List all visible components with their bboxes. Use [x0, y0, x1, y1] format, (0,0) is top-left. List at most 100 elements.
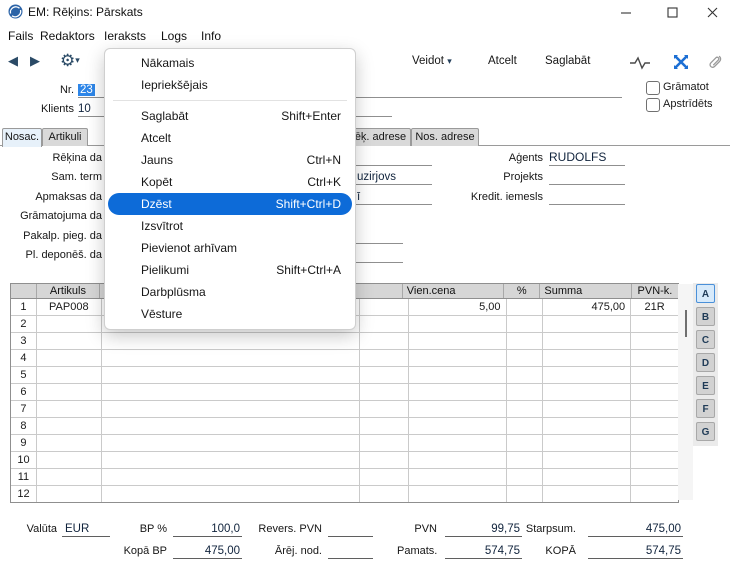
table-cell[interactable] [543, 401, 631, 417]
table-cell[interactable] [543, 384, 631, 400]
arej-nod-field[interactable] [328, 545, 373, 559]
table-cell[interactable] [360, 486, 409, 502]
save-button[interactable]: Saglabāt [545, 55, 590, 67]
table-row[interactable]: 3 [11, 333, 678, 350]
table-cell[interactable] [543, 333, 631, 349]
menu-item[interactable]: Pievienot arhīvam [108, 237, 352, 259]
table-cell[interactable] [507, 350, 544, 366]
table-cell[interactable] [360, 333, 409, 349]
pvn-field[interactable]: 99,75 [445, 523, 522, 537]
table-cell[interactable] [360, 316, 409, 332]
gramatot-checkbox[interactable] [646, 81, 660, 95]
menubar-item-ieraksts[interactable]: Ieraksts [100, 27, 150, 45]
col-header-summa[interactable]: Summa [540, 284, 631, 298]
col-header-artikuls[interactable]: Artikuls [37, 284, 101, 298]
menu-item[interactable]: Atcelt [108, 127, 352, 149]
projekts-field[interactable] [549, 171, 625, 185]
kopa-bp-field[interactable]: 475,00 [173, 545, 242, 559]
letter-tab-b[interactable]: B [696, 307, 715, 326]
table-cell[interactable] [102, 367, 360, 383]
table-row[interactable]: 7 [11, 401, 678, 418]
letter-tab-e[interactable]: E [696, 376, 715, 395]
table-cell[interactable] [543, 316, 631, 332]
letter-tab-a[interactable]: A [696, 284, 715, 303]
menu-item[interactable]: Iepriekšējais [108, 74, 352, 96]
menu-item[interactable]: Nākamais [108, 52, 352, 74]
table-cell[interactable] [507, 435, 544, 451]
col-header-hidden2[interactable] [355, 284, 403, 298]
table-cell[interactable] [507, 469, 544, 485]
cancel-button[interactable]: Atcelt [488, 55, 517, 67]
table-row[interactable]: 11 [11, 469, 678, 486]
letter-tab-d[interactable]: D [696, 353, 715, 372]
table-cell[interactable] [37, 316, 102, 332]
table-cell[interactable] [360, 384, 409, 400]
back-arrow-icon[interactable]: ◀ [8, 53, 18, 69]
menu-item[interactable]: Izsvītrot [108, 215, 352, 237]
bp-percent-field[interactable]: 100,0 [173, 523, 242, 537]
table-cell[interactable] [37, 401, 102, 417]
table-row[interactable]: 10 [11, 452, 678, 469]
table-cell[interactable] [360, 452, 409, 468]
table-row[interactable]: 9 [11, 435, 678, 452]
table-cell[interactable] [631, 333, 678, 349]
table-cell[interactable] [360, 435, 409, 451]
table-cell[interactable]: PAP008 [37, 299, 102, 315]
table-cell[interactable] [507, 401, 544, 417]
table-cell[interactable] [102, 469, 360, 485]
table-cell[interactable] [360, 350, 409, 366]
table-cell[interactable] [507, 299, 544, 315]
table-cell[interactable] [631, 418, 678, 434]
table-cell[interactable] [631, 486, 678, 502]
table-cell[interactable] [409, 350, 507, 366]
table-cell[interactable] [543, 469, 631, 485]
menu-item[interactable]: JaunsCtrl+N [108, 149, 352, 171]
table-cell[interactable] [409, 401, 507, 417]
revers-pvn-field[interactable] [328, 523, 373, 537]
col-header-viencena[interactable]: Vien.cena [403, 284, 504, 298]
paperclip-icon[interactable] [708, 53, 724, 73]
table-cell[interactable] [102, 401, 360, 417]
maximize-button[interactable] [652, 0, 692, 24]
forward-arrow-icon[interactable]: ▶ [30, 53, 40, 69]
table-cell[interactable] [37, 350, 102, 366]
pamats-field[interactable]: 574,75 [445, 545, 522, 559]
table-cell[interactable] [360, 469, 409, 485]
table-cell[interactable] [409, 435, 507, 451]
table-cell[interactable] [37, 452, 102, 468]
table-cell[interactable] [409, 367, 507, 383]
table-cell[interactable] [507, 367, 544, 383]
valuta-field[interactable]: EUR [62, 523, 110, 537]
table-row[interactable]: 6 [11, 384, 678, 401]
table-cell[interactable] [631, 350, 678, 366]
table-cell[interactable] [37, 418, 102, 434]
table-cell[interactable] [37, 435, 102, 451]
table-cell[interactable] [543, 367, 631, 383]
table-cell[interactable] [360, 401, 409, 417]
table-cell[interactable] [409, 452, 507, 468]
expand-arrows-icon[interactable] [673, 54, 689, 73]
table-cell[interactable] [102, 435, 360, 451]
close-button[interactable] [692, 0, 730, 24]
menu-item[interactable]: KopētCtrl+K [108, 171, 352, 193]
table-cell[interactable] [360, 367, 409, 383]
table-cell[interactable] [409, 316, 507, 332]
table-cell[interactable]: 5,00 [409, 299, 507, 315]
table-cell[interactable] [360, 418, 409, 434]
table-cell[interactable] [102, 333, 360, 349]
table-cell[interactable] [631, 367, 678, 383]
table-cell[interactable] [102, 384, 360, 400]
agents-field[interactable]: RUDOLFS [549, 150, 625, 166]
table-cell[interactable] [543, 486, 631, 502]
table-cell[interactable] [507, 486, 544, 502]
menu-item[interactable]: SaglabātShift+Enter [108, 105, 352, 127]
apstridets-checkbox[interactable] [646, 98, 660, 112]
table-cell[interactable] [543, 350, 631, 366]
table-row[interactable]: 5 [11, 367, 678, 384]
table-cell[interactable] [507, 333, 544, 349]
table-cell[interactable] [37, 469, 102, 485]
menu-item[interactable]: Darbplūsma [108, 281, 352, 303]
col-header-pvnk[interactable]: PVN-k. [632, 284, 678, 298]
table-cell[interactable] [543, 452, 631, 468]
table-cell[interactable] [409, 384, 507, 400]
